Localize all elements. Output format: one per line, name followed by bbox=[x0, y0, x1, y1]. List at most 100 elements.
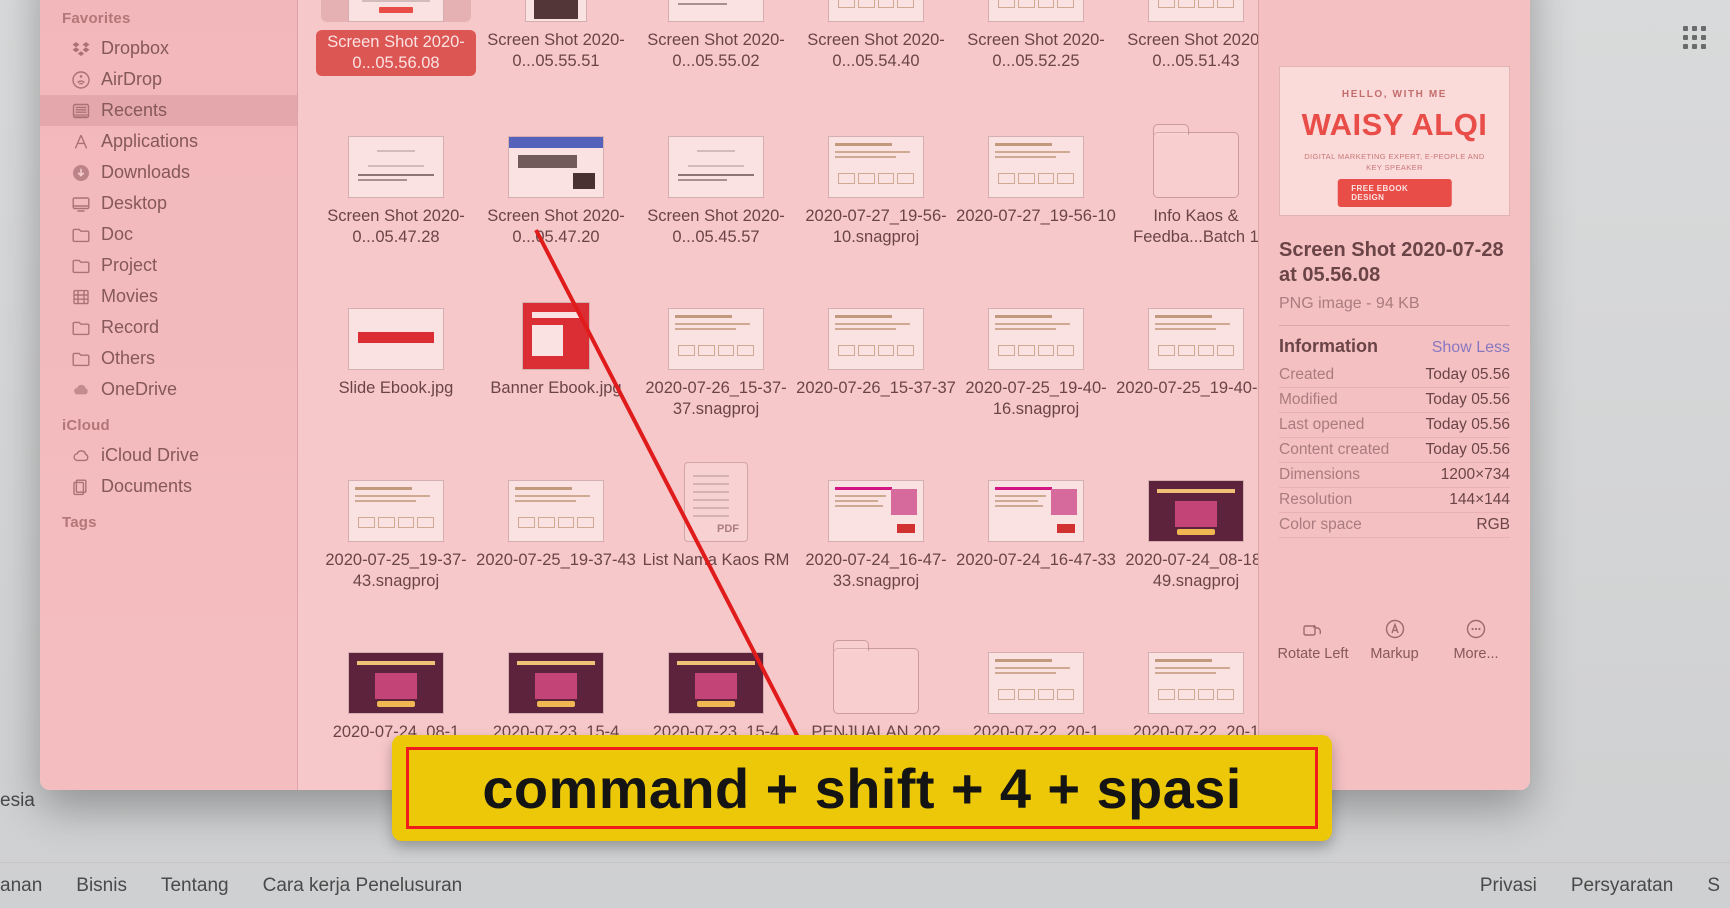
sidebar-item-desktop[interactable]: Desktop bbox=[40, 188, 297, 219]
file-name-label: Banner Ebook.jpg bbox=[490, 379, 622, 397]
file-item[interactable]: Screen Shot 2020-0...05.47.20 bbox=[476, 80, 636, 248]
sidebar-item-project[interactable]: Project bbox=[40, 250, 297, 281]
sidebar-item-label: Others bbox=[101, 348, 156, 368]
file-item[interactable]: WAISY ALQI Screen Shot 2020-0...05.56.08 bbox=[316, 0, 476, 76]
dark-promo-artwork bbox=[669, 653, 763, 713]
sidebar-item-dropbox[interactable]: Dropbox bbox=[40, 33, 297, 64]
sidebar-item-others[interactable]: Others bbox=[40, 343, 297, 374]
promo-artwork bbox=[1149, 0, 1243, 21]
file-item[interactable]: 2020-07-23_15-4 bbox=[636, 596, 796, 743]
dot bbox=[1701, 26, 1706, 31]
file-item[interactable]: 2020-07-23_15-4 bbox=[476, 596, 636, 743]
sidebar-item-icloud-drive[interactable]: iCloud Drive bbox=[40, 440, 297, 471]
file-item[interactable]: Screen Shot 2020-0...05.51.43 bbox=[1116, 0, 1258, 76]
dot bbox=[1683, 26, 1688, 31]
preview-cta-button: FREE EBOOK DESIGN bbox=[1337, 179, 1452, 207]
footer-link[interactable]: S bbox=[1707, 875, 1720, 897]
sidebar-item-documents[interactable]: Documents bbox=[40, 471, 297, 502]
sidebar-item-onedrive[interactable]: OneDrive bbox=[40, 374, 297, 405]
file-item[interactable]: Info Kaos & Feedba...Batch 1 bbox=[1116, 80, 1258, 248]
sidebar-item-label: Record bbox=[101, 317, 160, 337]
more-button[interactable]: More... bbox=[1436, 616, 1516, 662]
dropbox-icon bbox=[70, 38, 91, 59]
file-thumbnail bbox=[828, 480, 924, 542]
file-thumbnail-wrap bbox=[668, 94, 764, 198]
sidebar-item-applications[interactable]: Applications bbox=[40, 126, 297, 157]
file-item[interactable]: 2020-07-25_19-40-16 bbox=[1116, 252, 1258, 420]
sidebar-item-label: iCloud Drive bbox=[101, 445, 200, 465]
file-item[interactable]: 2020-07-27_19-56-10.snagproj bbox=[796, 80, 956, 248]
footer-link[interactable]: Tentang bbox=[161, 875, 229, 897]
file-thumbnail bbox=[988, 136, 1084, 198]
file-item[interactable]: 2020-07-24_08-1 bbox=[316, 596, 476, 743]
file-thumbnail-wrap bbox=[1148, 0, 1244, 22]
file-item[interactable]: 2020-07-25_19-40-16.snagproj bbox=[956, 252, 1116, 420]
file-item[interactable]: Screen Shot 2020-0...05.52.25 bbox=[956, 0, 1116, 76]
slide-artwork bbox=[349, 309, 443, 369]
file-preview-thumbnail: HELLO, WITH ME WAISY ALQI DIGITAL MARKET… bbox=[1279, 66, 1510, 216]
file-item[interactable]: Slide Ebook.jpg bbox=[316, 252, 476, 420]
file-item[interactable]: 2020-07-24_16-47-33.snagproj bbox=[796, 424, 956, 592]
file-item[interactable]: 2020-07-26_15-37-37 bbox=[796, 252, 956, 420]
file-thumbnail-wrap bbox=[988, 94, 1084, 198]
file-thumbnail-wrap bbox=[348, 438, 444, 542]
file-item[interactable]: Screen Shot 2020-0...05.55.51 bbox=[476, 0, 636, 76]
file-thumbnail bbox=[348, 480, 444, 542]
apps-grid-button[interactable] bbox=[1683, 26, 1706, 49]
file-name-label: 2020-07-26_15-37-37.snagproj bbox=[645, 379, 787, 418]
markup-button[interactable]: Markup bbox=[1355, 616, 1435, 662]
file-item[interactable]: 2020-07-22_20-1 bbox=[1116, 596, 1258, 743]
screenshot-artwork bbox=[669, 137, 763, 197]
footer-left-links: anan Bisnis Tentang Cara kerja Penelusur… bbox=[0, 875, 462, 897]
file-item[interactable]: 2020-07-24_16-47-33 bbox=[956, 424, 1116, 592]
dot bbox=[1701, 44, 1706, 49]
file-item[interactable]: 2020-07-24_08-18-49.snagproj bbox=[1116, 424, 1258, 592]
info-row-value: Today 05.56 bbox=[1425, 441, 1510, 458]
annotation-callout: command + shift + 4 + spasi bbox=[392, 735, 1332, 841]
footer-link[interactable]: anan bbox=[0, 875, 42, 897]
file-item[interactable]: Banner Ebook.jpg bbox=[476, 252, 636, 420]
sidebar-item-recents[interactable]: Recents bbox=[40, 95, 297, 126]
promo-artwork bbox=[829, 309, 923, 369]
sidebar-item-downloads[interactable]: Downloads bbox=[40, 157, 297, 188]
movies-icon bbox=[72, 289, 89, 304]
file-thumbnail-wrap bbox=[988, 610, 1084, 714]
documents-icon bbox=[72, 479, 86, 495]
sidebar-item-airdrop[interactable]: AirDrop bbox=[40, 64, 297, 95]
file-thumbnail-wrap bbox=[988, 266, 1084, 370]
pink-doc-artwork bbox=[829, 481, 923, 541]
file-item[interactable]: Screen Shot 2020-0...05.45.57 bbox=[636, 80, 796, 248]
footer-link[interactable]: Cara kerja Penelusuran bbox=[263, 875, 463, 897]
file-item[interactable]: Screen Shot 2020-0...05.55.02 bbox=[636, 0, 796, 76]
finder-window: Favorites Dropbox AirDrop Recents Applicatio… bbox=[40, 0, 1530, 790]
file-item[interactable]: 2020-07-25_19-37-43 bbox=[476, 424, 636, 592]
dark-promo-artwork bbox=[1149, 481, 1243, 541]
file-item[interactable]: 2020-07-25_19-37-43.snagproj bbox=[316, 424, 476, 592]
sidebar-item-record[interactable]: Record bbox=[40, 312, 297, 343]
file-item[interactable]: Screen Shot 2020-0...05.54.40 bbox=[796, 0, 956, 76]
sidebar-section-title: Tags bbox=[62, 514, 97, 531]
file-item[interactable]: 2020-07-27_19-56-10 bbox=[956, 80, 1116, 248]
file-thumbnail bbox=[508, 136, 604, 198]
screenshot-artwork bbox=[669, 0, 763, 21]
file-name-label: Slide Ebook.jpg bbox=[338, 379, 454, 397]
preview-name-text: WAISY ALQI bbox=[1301, 107, 1488, 142]
footer-link[interactable]: Persyaratan bbox=[1571, 875, 1673, 897]
file-item[interactable]: 2020-07-22_20-1 bbox=[956, 596, 1116, 743]
rotate-left-button[interactable]: Rotate Left bbox=[1273, 616, 1353, 662]
sidebar-item-movies[interactable]: Movies bbox=[40, 281, 297, 312]
file-item[interactable]: PDF List Nama Kaos RM bbox=[636, 424, 796, 592]
browser-screenshot bbox=[509, 137, 603, 197]
file-name-label: 2020-07-25_19-37-43 bbox=[476, 551, 636, 569]
footer-link[interactable]: Bisnis bbox=[76, 875, 127, 897]
footer-link[interactable]: Privasi bbox=[1480, 875, 1537, 897]
file-item[interactable]: 2020-07-26_15-37-37.snagproj bbox=[636, 252, 796, 420]
file-thumbnail bbox=[828, 136, 924, 198]
sidebar-item-doc[interactable]: Doc bbox=[40, 219, 297, 250]
recents-icon bbox=[70, 100, 91, 121]
file-item[interactable]: Screen Shot 2020-0...05.47.28 bbox=[316, 80, 476, 248]
show-less-link[interactable]: Show Less bbox=[1432, 339, 1510, 357]
info-row-key: Created bbox=[1279, 366, 1335, 383]
file-name-label: Screen Shot 2020-0...05.56.08 bbox=[316, 30, 476, 76]
file-item[interactable]: PENJUALAN 202 bbox=[796, 596, 956, 743]
